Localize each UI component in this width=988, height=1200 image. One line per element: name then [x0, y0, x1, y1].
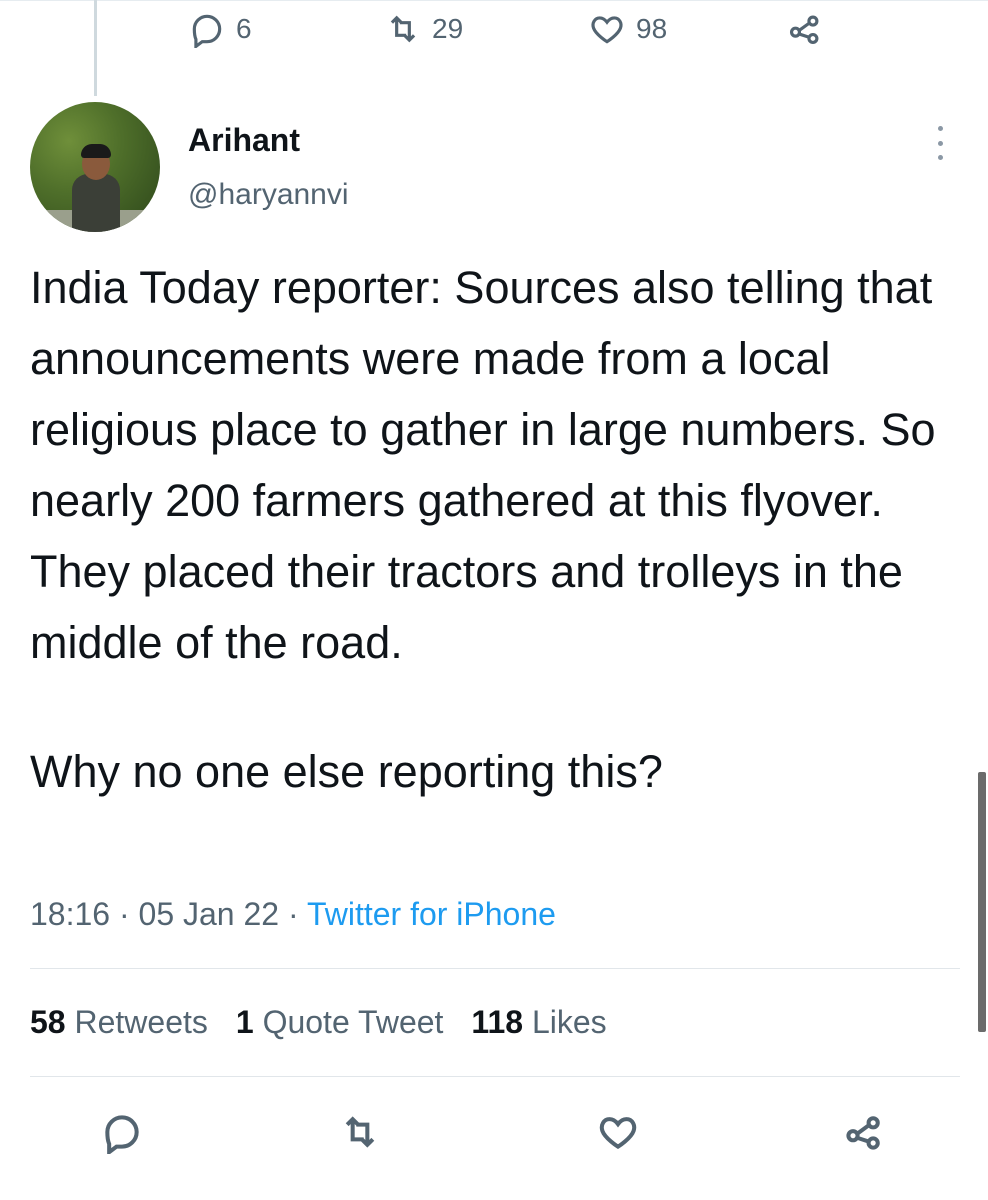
- retweet-icon: [345, 1116, 375, 1148]
- more-dot: [937, 140, 943, 146]
- divider: [30, 1076, 960, 1077]
- tweet-meta: 18:16 · 05 Jan 22 · Twitter for iPhone: [30, 896, 556, 933]
- tweet-paragraph-2: Why no one else reporting this?: [30, 746, 663, 797]
- share-icon: [789, 15, 819, 45]
- meta-separator: ·: [287, 896, 299, 932]
- divider: [30, 968, 960, 969]
- heart-icon: [599, 1117, 637, 1150]
- like-button[interactable]: [596, 1110, 640, 1154]
- author-handle[interactable]: @haryannvi: [188, 178, 349, 212]
- prev-like-button[interactable]: 98: [588, 10, 667, 48]
- prev-retweet-count: 29: [432, 13, 464, 44]
- top-border: [0, 0, 988, 1]
- likes-label: Likes: [531, 1004, 607, 1040]
- tweet-paragraph-1: India Today reporter: Sources also telli…: [30, 262, 936, 668]
- thread-line: [94, 0, 97, 96]
- retweet-icon: [390, 15, 416, 43]
- likes-count: 118: [471, 1004, 524, 1040]
- heart-icon: [591, 16, 623, 44]
- more-dot: [937, 155, 943, 160]
- scrollbar[interactable]: [978, 772, 986, 1032]
- more-icon[interactable]: [930, 126, 950, 160]
- prev-reply-button[interactable]: 6: [188, 10, 252, 48]
- share-icon: [846, 1116, 880, 1150]
- retweets-stat[interactable]: 58 Retweets: [30, 1004, 208, 1041]
- prev-reply-count: 6: [236, 13, 252, 44]
- tweet-time[interactable]: 18:16: [30, 896, 110, 932]
- more-dot: [937, 126, 943, 131]
- quotes-count: 1: [235, 1004, 254, 1040]
- avatar-person-body: [72, 174, 120, 232]
- quotes-label: Quote Tweet: [262, 1004, 444, 1040]
- author-name[interactable]: Arihant: [188, 122, 300, 159]
- prev-like-count: 98: [636, 13, 668, 44]
- meta-separator: ·: [118, 896, 130, 932]
- reply-icon: [105, 1115, 139, 1157]
- tweet-source-link[interactable]: Twitter for iPhone: [307, 896, 556, 932]
- reply-button[interactable]: [100, 1110, 144, 1157]
- share-button[interactable]: [842, 1110, 886, 1154]
- retweets-label: Retweets: [74, 1004, 208, 1040]
- quote-tweets-stat[interactable]: 1 Quote Tweet: [236, 1004, 444, 1041]
- avatar[interactable]: [30, 102, 160, 232]
- tweet-date[interactable]: 05 Jan 22: [139, 896, 280, 932]
- prev-retweet-button[interactable]: 29: [384, 10, 463, 48]
- retweets-count: 58: [30, 1004, 66, 1040]
- prev-share-button[interactable]: [786, 10, 824, 48]
- retweet-button[interactable]: [338, 1110, 382, 1154]
- tweet-text: India Today reporter: Sources also telli…: [30, 252, 970, 807]
- avatar-person-hair: [81, 144, 111, 158]
- reply-icon: [192, 14, 222, 48]
- likes-stat[interactable]: 118 Likes: [471, 1004, 606, 1041]
- tweet-stats: 58 Retweets 1 Quote Tweet 118 Likes: [30, 1004, 607, 1041]
